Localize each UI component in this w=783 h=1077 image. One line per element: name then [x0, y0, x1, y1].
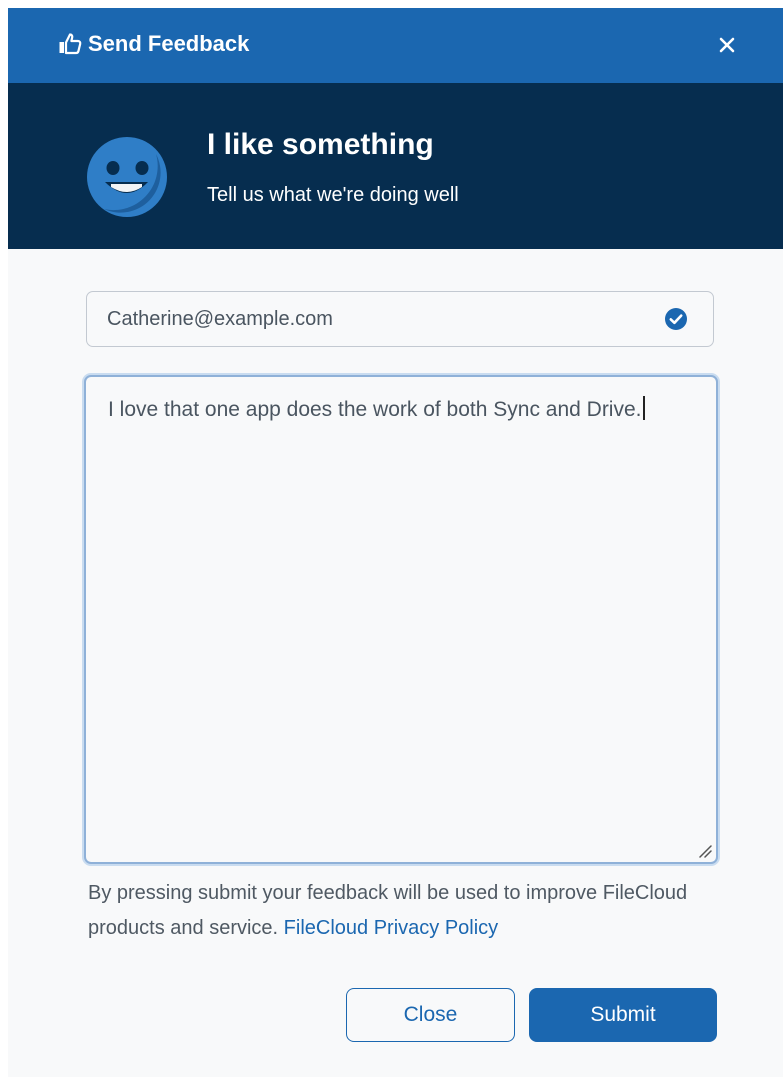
- thumbs-up-icon: [58, 32, 82, 56]
- feedback-type-banner: I like something Tell us what we're doin…: [8, 83, 783, 249]
- banner-subtitle: Tell us what we're doing well: [207, 184, 459, 206]
- feedback-text[interactable]: I love that one app does the work of bot…: [108, 393, 688, 427]
- privacy-policy-link[interactable]: FileCloud Privacy Policy: [284, 917, 499, 939]
- resize-handle-icon[interactable]: [698, 844, 712, 858]
- dialog-title: Send Feedback: [88, 31, 250, 56]
- check-circle-icon: [664, 307, 688, 331]
- submit-button[interactable]: Submit: [529, 988, 717, 1042]
- smiley-face-icon: [84, 134, 170, 220]
- privacy-notice: By pressing submit your feedback will be…: [88, 876, 728, 946]
- close-button[interactable]: Close: [346, 988, 515, 1042]
- banner-title: I like something: [207, 128, 434, 161]
- email-field[interactable]: [86, 291, 714, 347]
- feedback-textarea[interactable]: I love that one app does the work of bot…: [84, 375, 718, 864]
- text-caret: [642, 396, 645, 420]
- feedback-text-value: I love that one app does the work of bot…: [108, 398, 642, 421]
- title-bar: Send Feedback: [8, 8, 783, 83]
- close-icon[interactable]: [710, 28, 744, 62]
- feedback-dialog: Send Feedback I like something Tell us w…: [8, 8, 783, 1077]
- email-input[interactable]: [107, 292, 647, 346]
